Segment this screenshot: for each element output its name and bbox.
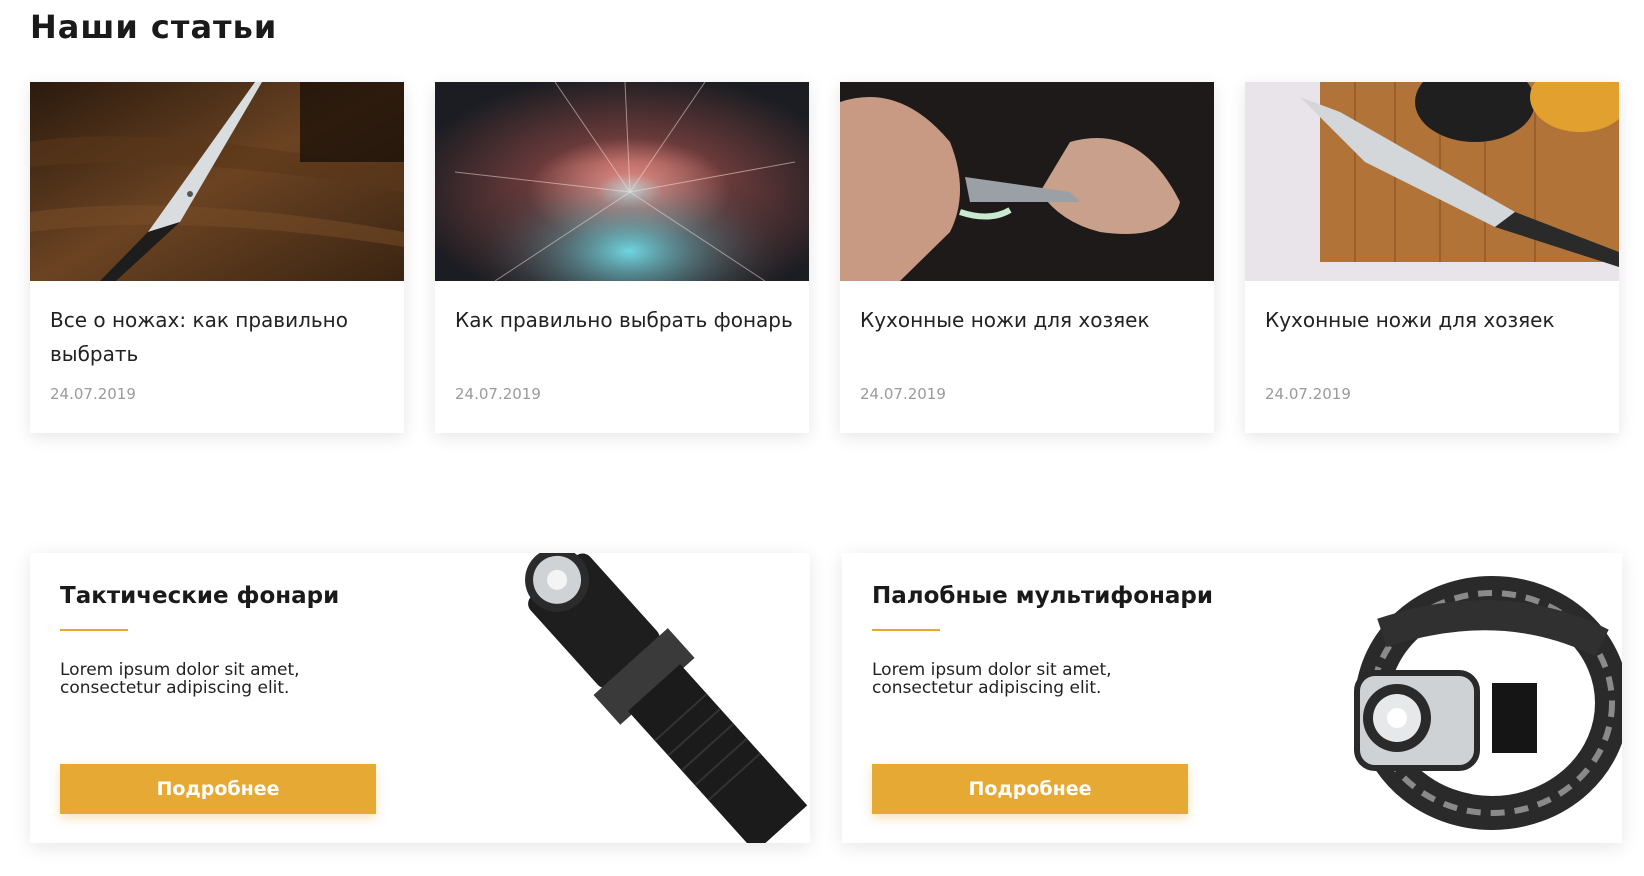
- article-card[interactable]: Кухонные ножи для хозяек 24.07.2019: [1245, 82, 1619, 433]
- article-date: 24.07.2019: [455, 385, 541, 403]
- article-card[interactable]: Все о ножах: как правильно выбрать 24.07…: [30, 82, 404, 433]
- article-title[interactable]: Кухонные ножи для хозяек: [860, 303, 1200, 337]
- article-card[interactable]: Кухонные ножи для хозяек 24.07.2019: [840, 82, 1214, 433]
- promo-card-tactical: Тактические фонари Lorem ipsum dolor sit…: [30, 553, 810, 843]
- article-image-hands-knife[interactable]: [840, 82, 1214, 281]
- promo-title: Палобные мультифонари: [872, 583, 1214, 609]
- article-date: 24.07.2019: [1265, 385, 1351, 403]
- article-date: 24.07.2019: [860, 385, 946, 403]
- accent-divider: [872, 629, 940, 631]
- article-date: 24.07.2019: [50, 385, 136, 403]
- article-image-chef-knife[interactable]: [1245, 82, 1619, 281]
- more-button[interactable]: Подробнее: [872, 764, 1188, 814]
- promo-card-headlamp: Палобные мультифонари Lorem ipsum dolor …: [842, 553, 1622, 843]
- articles-list: Все о ножах: как правильно выбрать 24.07…: [30, 82, 1622, 433]
- promo-description: Lorem ipsum dolor sit amet, consectetur …: [872, 660, 1112, 698]
- section-title: Наши статьи: [30, 8, 278, 46]
- flashlight-image: [490, 553, 810, 843]
- article-image-light-burst[interactable]: [435, 82, 809, 281]
- more-button[interactable]: Подробнее: [60, 764, 376, 814]
- article-title[interactable]: Как правильно выбрать фонарь: [455, 303, 795, 337]
- accent-divider: [60, 629, 128, 631]
- promo-title: Тактические фонари: [60, 583, 340, 609]
- promo-description: Lorem ipsum dolor sit amet, consectetur …: [60, 660, 300, 698]
- article-title[interactable]: Кухонные ножи для хозяек: [1265, 303, 1605, 337]
- article-title[interactable]: Все о ножах: как правильно выбрать: [50, 303, 390, 371]
- article-card[interactable]: Как правильно выбрать фонарь 24.07.2019: [435, 82, 809, 433]
- article-image-knife[interactable]: [30, 82, 404, 281]
- headlamp-image: [1302, 553, 1622, 843]
